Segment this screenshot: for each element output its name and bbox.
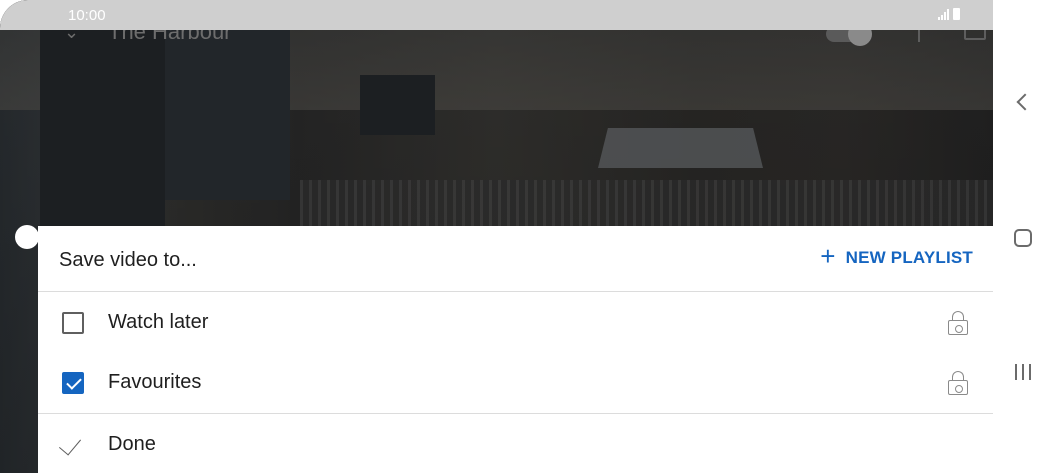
home-icon[interactable] <box>1014 229 1032 247</box>
playlist-label: Watch later <box>108 311 209 333</box>
watch-later-checkbox[interactable] <box>62 312 84 334</box>
video-building <box>360 75 435 135</box>
lock-icon <box>948 311 968 335</box>
chevron-left-icon[interactable] <box>1016 93 1034 111</box>
video-building <box>165 30 290 200</box>
done-button[interactable]: Done <box>38 413 993 473</box>
signal-icon <box>938 8 949 20</box>
video-shed <box>598 128 763 168</box>
playlist-row-watch-later[interactable]: Watch later <box>38 293 993 353</box>
done-label: Done <box>108 433 156 455</box>
sheet-header: Save video to... + NEW PLAYLIST <box>38 226 993 292</box>
video-building <box>40 30 165 230</box>
lock-icon <box>948 371 968 395</box>
system-icons <box>938 8 960 20</box>
save-to-playlist-sheet: Save video to... + NEW PLAYLIST Watch la… <box>38 226 993 473</box>
system-nav-bar <box>993 0 1052 473</box>
new-playlist-button[interactable]: + NEW PLAYLIST <box>820 241 973 271</box>
sheet-title: Save video to... <box>59 249 197 271</box>
new-playlist-label: NEW PLAYLIST <box>845 248 973 267</box>
battery-icon <box>953 8 960 20</box>
check-icon <box>58 432 82 456</box>
playlist-row-favourites[interactable]: Favourites <box>38 353 993 413</box>
plus-icon: + <box>820 241 836 271</box>
playlist-label: Favourites <box>108 371 202 393</box>
seek-handle[interactable] <box>15 225 39 249</box>
status-time: 10:00 <box>68 7 106 24</box>
video-marina <box>300 180 993 230</box>
favourites-checkbox[interactable] <box>62 372 84 394</box>
recent-apps-icon[interactable] <box>1015 364 1031 380</box>
phone-screen: ⌄ The Harbour 10:00 Save video to... + N… <box>0 0 993 473</box>
status-bar: 10:00 <box>0 0 993 30</box>
